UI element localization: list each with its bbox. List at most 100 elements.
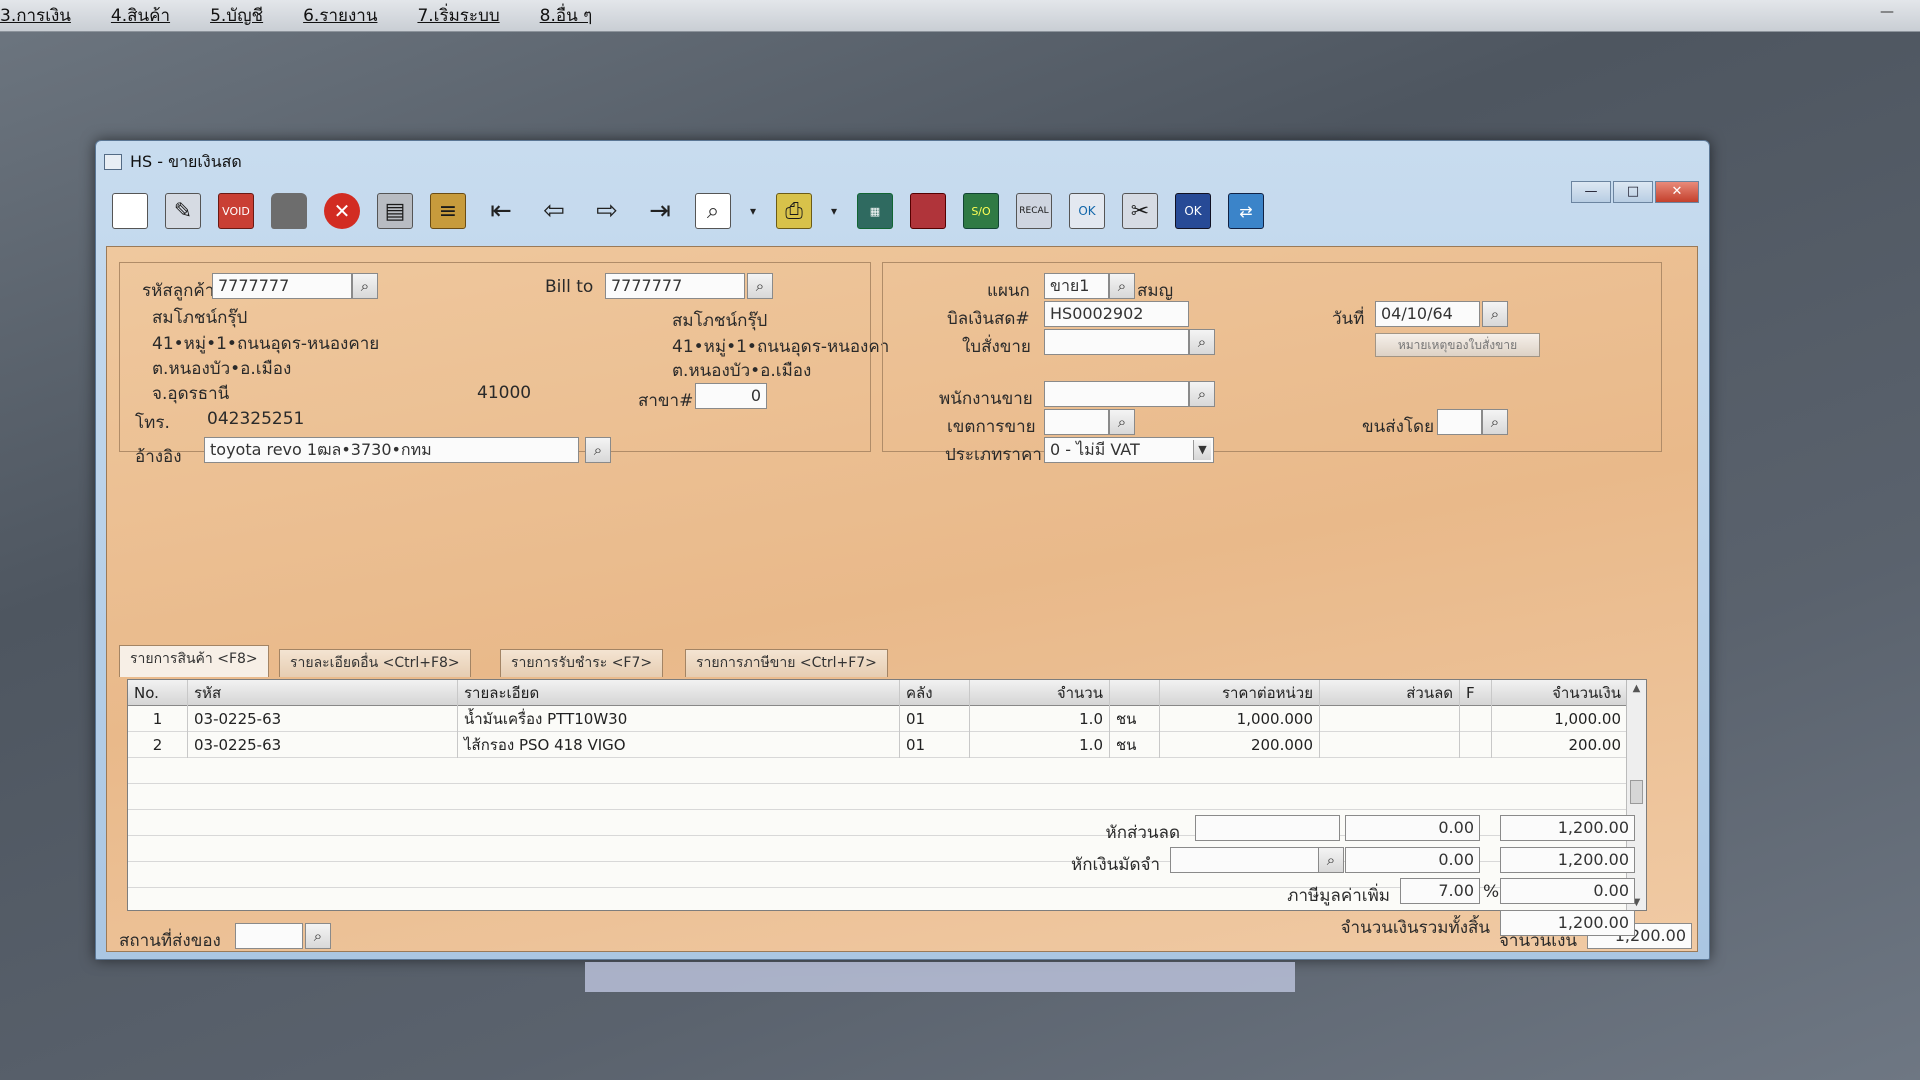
customer-code-input[interactable]: 7777777	[212, 273, 352, 299]
maximize-button[interactable]: □	[1613, 181, 1653, 203]
row-code[interactable]: 03-0225-63	[188, 706, 458, 732]
table-row-empty[interactable]	[128, 784, 1628, 810]
row-code[interactable]: 03-0225-63	[188, 732, 458, 758]
scroll-up-icon[interactable]: ▲	[1627, 680, 1646, 698]
ok-person-icon[interactable]: OK	[1069, 193, 1105, 229]
books-icon[interactable]: ≡	[430, 193, 466, 229]
menu-setup[interactable]: 7.เริ่มระบบ	[417, 2, 499, 29]
menu-products[interactable]: 4.สินค้า	[111, 2, 170, 29]
col-description[interactable]: รายละเอียด	[458, 680, 900, 706]
sales-area-search-icon[interactable]: ⌕	[1109, 409, 1135, 435]
branch-label: สาขา#	[638, 391, 694, 411]
chevron-down-icon[interactable]: ▼	[1193, 440, 1211, 460]
red-doc-icon[interactable]	[910, 193, 946, 229]
recalc-icon[interactable]: RECAL	[1016, 193, 1052, 229]
date-input[interactable]: 04/10/64	[1375, 301, 1480, 327]
row-description[interactable]: น้ำมันเครื่อง PTT10W30	[458, 706, 900, 732]
ok-blue-icon[interactable]: OK	[1175, 193, 1211, 229]
network-icon[interactable]: ⇄	[1228, 193, 1264, 229]
edit-icon[interactable]: ✎	[165, 193, 201, 229]
salesman-input[interactable]	[1044, 381, 1189, 407]
bill-number-input[interactable]: HS0002902	[1044, 301, 1189, 327]
sales-area-input[interactable]	[1044, 409, 1109, 435]
sales-order-input[interactable]	[1044, 329, 1189, 355]
row-quantity[interactable]: 1.0	[970, 706, 1110, 732]
find-dropdown-icon[interactable]: ▾	[748, 193, 758, 229]
department-label: แผนก	[987, 281, 1030, 301]
table-row[interactable]: 1 03-0225-63 น้ำมันเครื่อง PTT10W30 01 1…	[128, 706, 1628, 732]
menu-finance[interactable]: 3.การเงิน	[0, 2, 71, 29]
print-icon[interactable]: ⎙	[776, 193, 812, 229]
salesman-search-icon[interactable]: ⌕	[1189, 381, 1215, 407]
first-record-icon[interactable]: ⇤	[483, 193, 519, 229]
deposit-search-icon[interactable]: ⌕	[1318, 847, 1344, 873]
department-search-icon[interactable]: ⌕	[1109, 273, 1135, 299]
ship-place-search-icon[interactable]: ⌕	[305, 923, 331, 949]
tab-payments[interactable]: รายการรับชำระ <F7>	[500, 649, 664, 677]
tab-sales-tax[interactable]: รายการภาษีขาย <Ctrl+F7>	[685, 649, 888, 677]
close-button[interactable]: ✕	[1655, 181, 1699, 203]
save-icon[interactable]: ▤	[377, 193, 413, 229]
minimize-button[interactable]: —	[1571, 181, 1611, 203]
customer-tel: 042325251	[207, 409, 305, 429]
col-discount[interactable]: ส่วนลด	[1320, 680, 1460, 706]
sales-order-search-icon[interactable]: ⌕	[1189, 329, 1215, 355]
date-picker-icon[interactable]: ⌕	[1482, 301, 1508, 327]
approve-icon[interactable]: ✂	[1122, 193, 1158, 229]
discount-amount[interactable]: 0.00	[1345, 815, 1480, 841]
cancel-icon[interactable]: ✕	[324, 193, 360, 229]
last-record-icon[interactable]: ⇥	[642, 193, 678, 229]
row-description[interactable]: ไส้กรอง PSO 418 VIGO	[458, 732, 900, 758]
reference-search-icon[interactable]: ⌕	[585, 437, 611, 463]
void-icon[interactable]: VOID	[218, 193, 254, 229]
table-scrollbar[interactable]: ▲ ▼	[1626, 680, 1646, 910]
customer-search-icon[interactable]: ⌕	[352, 273, 378, 299]
discount-input[interactable]	[1195, 815, 1340, 841]
table-row[interactable]: 2 03-0225-63 ไส้กรอง PSO 418 VIGO 01 1.0…	[128, 732, 1628, 758]
ship-by-search-icon[interactable]: ⌕	[1482, 409, 1508, 435]
ship-place-input[interactable]	[235, 923, 303, 949]
row-warehouse[interactable]: 01	[900, 706, 970, 732]
row-discount[interactable]	[1320, 706, 1460, 732]
billto-input[interactable]: 7777777	[605, 273, 745, 299]
col-flag[interactable]: F	[1460, 680, 1492, 706]
table-row-empty[interactable]	[128, 758, 1628, 784]
deposit-input[interactable]	[1170, 847, 1320, 873]
find-icon[interactable]: ⌕	[695, 193, 731, 229]
row-discount[interactable]	[1320, 732, 1460, 758]
col-warehouse[interactable]: คลัง	[900, 680, 970, 706]
reference-input[interactable]: toyota revo 1ฒล•3730•กทม	[204, 437, 579, 463]
menu-accounting[interactable]: 5.บัญชี	[210, 2, 263, 29]
col-unit-price[interactable]: ราคาต่อหน่วย	[1160, 680, 1320, 706]
ship-by-input[interactable]	[1437, 409, 1482, 435]
print-dropdown-icon[interactable]: ▾	[829, 193, 839, 229]
price-type-select[interactable]: 0 - ไม่มี VAT ▼	[1044, 437, 1214, 463]
menu-reports[interactable]: 6.รายงาน	[303, 2, 377, 29]
branch-input[interactable]: 0	[695, 383, 767, 409]
row-unit-price[interactable]: 1,000.000	[1160, 706, 1320, 732]
app-restore-button[interactable]: —	[1880, 4, 1910, 24]
prev-record-icon[interactable]: ⇦	[536, 193, 572, 229]
scroll-thumb[interactable]	[1630, 780, 1643, 804]
new-icon[interactable]	[112, 193, 148, 229]
tab-items[interactable]: รายการสินค้า <F8>	[119, 645, 269, 677]
delete-icon[interactable]	[271, 193, 307, 229]
tab-other-details[interactable]: รายละเอียดอื่น <Ctrl+F8>	[279, 649, 471, 677]
row-quantity[interactable]: 1.0	[970, 732, 1110, 758]
row-warehouse[interactable]: 01	[900, 732, 970, 758]
department-input[interactable]: ขาย1	[1044, 273, 1109, 299]
so-icon[interactable]: S/O	[963, 193, 999, 229]
sales-order-note-button[interactable]: หมายเหตุของใบสั่งขาย	[1375, 333, 1540, 357]
col-amount[interactable]: จำนวนเงิน	[1492, 680, 1628, 706]
next-record-icon[interactable]: ⇨	[589, 193, 625, 229]
col-unit[interactable]	[1110, 680, 1160, 706]
row-unit-price[interactable]: 200.000	[1160, 732, 1320, 758]
col-code[interactable]: รหัส	[188, 680, 458, 706]
col-quantity[interactable]: จำนวน	[970, 680, 1110, 706]
vat-rate-input[interactable]: 7.00	[1400, 878, 1480, 904]
billto-search-icon[interactable]: ⌕	[747, 273, 773, 299]
col-no[interactable]: No.	[128, 680, 188, 706]
grid-icon[interactable]: ▦	[857, 193, 893, 229]
menu-other[interactable]: 8.อื่น ๆ	[540, 2, 593, 29]
deposit-amount[interactable]: 0.00	[1345, 847, 1480, 873]
